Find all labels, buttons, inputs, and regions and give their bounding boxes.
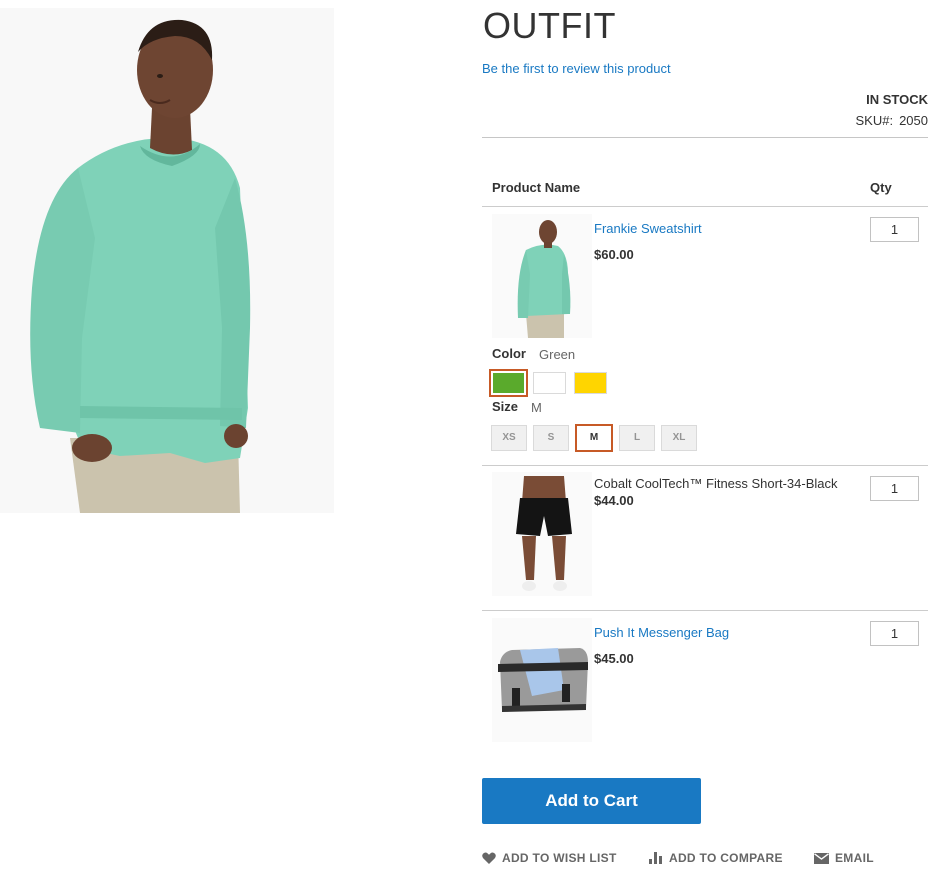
size-swatch-s[interactable]: S — [533, 425, 569, 451]
add-to-compare-link[interactable]: ADD TO COMPARE — [649, 851, 783, 865]
divider — [482, 610, 928, 611]
add-to-wish-list-link[interactable]: ADD TO WISH LIST — [482, 851, 617, 865]
heart-icon — [482, 852, 496, 864]
product-thumbnail[interactable] — [492, 472, 592, 596]
add-to-cart-button[interactable]: Add to Cart — [482, 778, 701, 824]
shorts-thumbnail-image — [492, 472, 592, 596]
product-name: Cobalt CoolTech™ Fitness Short-34-Black — [594, 476, 838, 491]
sku-value: 2050 — [899, 113, 928, 128]
color-label: Color — [492, 346, 526, 361]
color-swatch-green[interactable] — [489, 369, 528, 397]
product-price: $44.00 — [594, 493, 634, 508]
size-label: Size — [492, 399, 519, 414]
column-header-qty: Qty — [870, 180, 892, 195]
product-price: $45.00 — [594, 651, 634, 666]
email-link[interactable]: EMAIL — [814, 851, 874, 865]
model-sweatshirt-illustration — [0, 8, 334, 513]
size-swatch-xs[interactable]: XS — [491, 425, 527, 451]
page-title: OUTFIT — [483, 5, 616, 46]
envelope-icon — [814, 852, 829, 864]
product-main-image[interactable] — [0, 8, 334, 513]
qty-input[interactable] — [870, 217, 919, 242]
sweatshirt-thumbnail-image — [492, 214, 592, 338]
qty-input[interactable] — [870, 621, 919, 646]
sku-label: SKU#: — [855, 113, 894, 128]
product-thumbnail[interactable] — [492, 214, 592, 338]
size-selected-value: M — [531, 400, 542, 415]
size-swatch-m[interactable]: M — [575, 424, 613, 452]
compare-label: ADD TO COMPARE — [669, 851, 783, 865]
size-swatch-xl[interactable]: XL — [661, 425, 697, 451]
qty-input[interactable] — [870, 476, 919, 501]
product-price: $60.00 — [594, 247, 634, 262]
stock-status: IN STOCK — [866, 92, 928, 107]
divider — [482, 206, 928, 207]
review-link[interactable]: Be the first to review this product — [482, 61, 671, 76]
color-swatch-yellow[interactable] — [574, 372, 607, 394]
divider — [482, 465, 928, 466]
divider — [482, 137, 928, 138]
wish-list-label: ADD TO WISH LIST — [502, 851, 617, 865]
color-selected-value: Green — [539, 347, 576, 362]
messenger-bag-thumbnail-image — [492, 618, 592, 742]
bar-chart-icon — [649, 852, 662, 864]
product-thumbnail[interactable] — [492, 618, 592, 742]
product-name-link[interactable]: Push It Messenger Bag — [594, 625, 729, 640]
product-name-link[interactable]: Frankie Sweatshirt — [594, 221, 702, 236]
size-swatch-l[interactable]: L — [619, 425, 655, 451]
product-page: OUTFIT Be the first to review this produ… — [0, 0, 935, 876]
sku: SKU#: 2050 — [856, 113, 929, 128]
column-header-product-name: Product Name — [492, 180, 581, 195]
email-label: EMAIL — [835, 851, 874, 865]
color-swatch-white[interactable] — [533, 372, 566, 394]
